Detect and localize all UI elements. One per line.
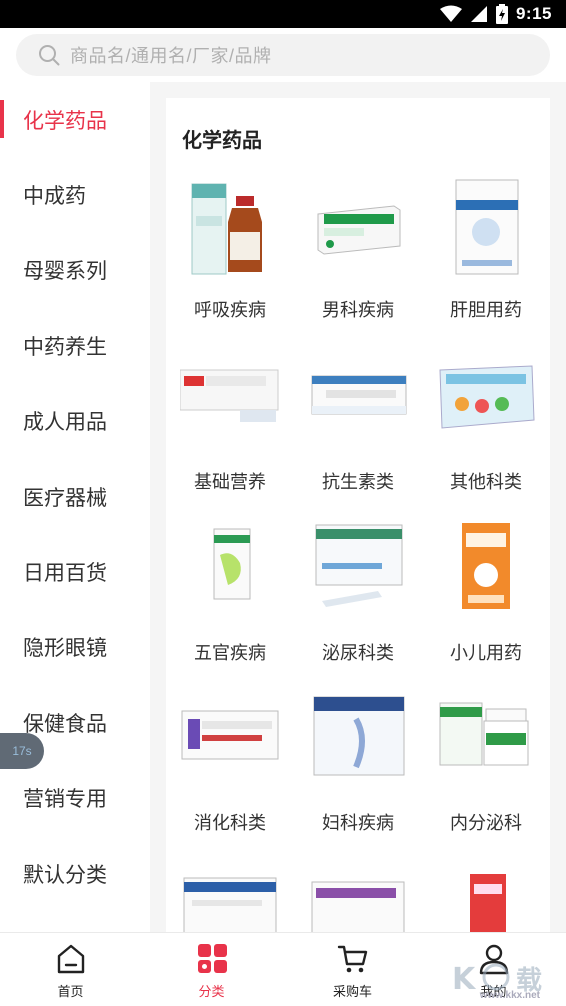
nav-label: 首页	[57, 984, 84, 999]
sidebar-item-contact-lenses[interactable]: 隐形眼镜	[0, 609, 150, 684]
product-image	[308, 348, 408, 448]
product-image	[180, 176, 280, 276]
sidebar-item-daily-goods[interactable]: 日用百货	[0, 534, 150, 609]
status-bar: 9:15	[0, 0, 566, 28]
sidebar-item-label: 隐形眼镜	[23, 636, 107, 660]
sidebar-item-label: 保健食品	[23, 712, 107, 736]
nav-home[interactable]: 首页	[0, 933, 141, 1006]
sidebar-item-label: 营销专用	[23, 787, 107, 811]
svg-text:K: K	[452, 962, 477, 997]
sidebar-item-marketing[interactable]: 营销专用	[0, 760, 150, 835]
search-input[interactable]: 商品名/通用名/厂家/品牌	[16, 34, 550, 76]
category-sidebar: 化学药品 中成药 母婴系列 中药养生 成人用品 医疗器械 日用百货 隐形眼镜 保…	[0, 82, 150, 932]
category-label: 抗生素类	[322, 472, 394, 492]
category-urology[interactable]: 泌尿科类	[294, 519, 422, 679]
category-icon	[197, 944, 227, 973]
category-item-partial[interactable]	[166, 868, 294, 932]
product-image	[308, 176, 408, 276]
category-label: 肝胆用药	[450, 300, 522, 320]
status-time: 9:15	[515, 4, 552, 23]
product-image	[180, 519, 280, 619]
category-label: 妇科疾病	[322, 813, 394, 833]
sidebar-item-label: 中成药	[23, 184, 86, 208]
active-indicator	[0, 100, 4, 138]
battery-icon	[495, 4, 508, 24]
sidebar-item-default[interactable]: 默认分类	[0, 836, 150, 911]
category-endocrine[interactable]: 内分泌科	[422, 689, 550, 849]
category-panel: 化学药品 呼吸疾病 男科疾病 肝胆用药 基础营养 抗生素类 其他科类 五官疾病 …	[166, 98, 550, 932]
category-hepatobiliary[interactable]: 肝胆用药	[422, 176, 550, 336]
category-ent[interactable]: 五官疾病	[166, 519, 294, 679]
category-basic-nutrition[interactable]: 基础营养	[166, 348, 294, 508]
cart-icon	[337, 945, 367, 973]
nav-label: 采购车	[332, 984, 372, 999]
category-label: 消化科类	[194, 813, 266, 833]
product-image	[436, 868, 536, 932]
sidebar-item-label: 日用百货	[23, 561, 107, 585]
category-andrology[interactable]: 男科疾病	[294, 176, 422, 336]
nav-category[interactable]: 分类	[141, 933, 282, 1006]
product-image	[436, 689, 536, 789]
sidebar-item-label: 中药养生	[23, 335, 107, 359]
sidebar-item-medical-devices[interactable]: 医疗器械	[0, 459, 150, 534]
category-digestive[interactable]: 消化科类	[166, 689, 294, 849]
category-other[interactable]: 其他科类	[422, 348, 550, 508]
sidebar-item-label: 默认分类	[23, 863, 107, 887]
product-image	[436, 348, 536, 448]
sidebar-item-label: 化学药品	[23, 109, 107, 133]
search-icon	[39, 45, 60, 66]
sidebar-item-adult-products[interactable]: 成人用品	[0, 383, 150, 458]
category-label: 基础营养	[194, 472, 266, 492]
category-label: 五官疾病	[194, 643, 266, 663]
category-label: 其他科类	[450, 472, 522, 492]
float-timer-badge[interactable]: 17s	[0, 733, 44, 769]
category-item-partial[interactable]	[294, 868, 422, 932]
category-antibiotics[interactable]: 抗生素类	[294, 348, 422, 508]
watermark-text: www.kkx.net	[479, 990, 540, 1001]
category-item-partial[interactable]	[422, 868, 550, 932]
product-image	[308, 519, 408, 619]
sidebar-item-chinese-patent-medicine[interactable]: 中成药	[0, 157, 150, 232]
nav-label: 分类	[198, 984, 225, 999]
sidebar-item-chemical-drugs[interactable]: 化学药品	[0, 82, 150, 157]
signal-icon	[470, 6, 487, 22]
category-gynecology[interactable]: 妇科疾病	[294, 689, 422, 849]
product-image	[180, 348, 280, 448]
category-respiratory[interactable]: 呼吸疾病	[166, 176, 294, 336]
panel-title: 化学药品	[182, 130, 262, 152]
product-image	[180, 689, 280, 789]
search-placeholder: 商品名/通用名/厂家/品牌	[70, 46, 272, 66]
sidebar-item-label: 医疗器械	[23, 486, 107, 510]
product-image	[308, 689, 408, 789]
category-label: 内分泌科	[450, 813, 522, 833]
category-label: 小儿用药	[450, 643, 522, 663]
search-bar: 商品名/通用名/厂家/品牌	[0, 28, 566, 82]
sidebar-item-label: 母婴系列	[23, 259, 107, 283]
product-image	[180, 868, 280, 932]
category-pediatric[interactable]: 小儿用药	[422, 519, 550, 679]
category-label: 男科疾病	[322, 300, 394, 320]
sidebar-item-label: 成人用品	[23, 410, 107, 434]
product-image	[436, 519, 536, 619]
product-image	[436, 176, 536, 276]
category-label: 呼吸疾病	[194, 300, 266, 320]
category-label: 泌尿科类	[322, 643, 394, 663]
wifi-icon	[439, 5, 462, 22]
sidebar-item-herbal-health[interactable]: 中药养生	[0, 308, 150, 383]
home-icon	[57, 944, 84, 974]
product-image	[308, 868, 408, 932]
nav-cart[interactable]: 采购车	[282, 933, 423, 1006]
sidebar-item-mother-baby[interactable]: 母婴系列	[0, 232, 150, 307]
